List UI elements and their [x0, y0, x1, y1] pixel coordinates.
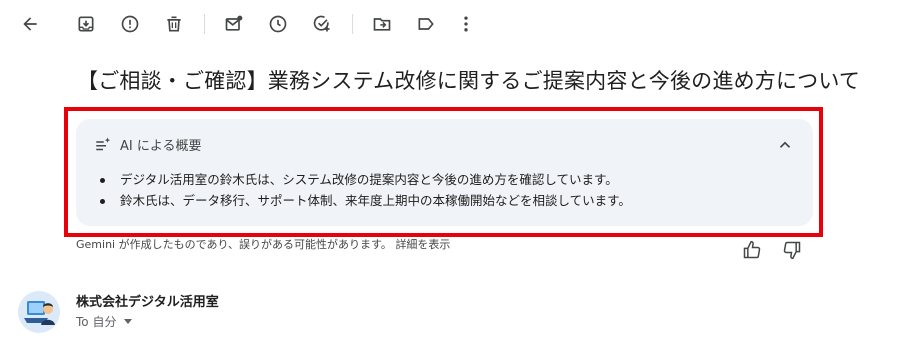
label-icon	[418, 18, 434, 30]
mark-unread-icon	[225, 15, 243, 31]
snooze-button[interactable]	[262, 8, 294, 40]
thumbs-up-icon	[743, 240, 761, 259]
more-vert-icon	[464, 16, 468, 32]
ai-sparkle-list-icon	[96, 137, 111, 150]
details-link[interactable]: 詳細を表示	[395, 238, 450, 251]
thumbs-down-button[interactable]	[782, 240, 802, 260]
mark-unread-button[interactable]	[218, 8, 250, 40]
recipient-label: To 自分	[76, 315, 117, 329]
toolbar-divider	[204, 14, 205, 34]
ai-summary-list: デジタル活用室の鈴木氏は、システム改修の提案内容と今後の進め方を確認しています。…	[98, 169, 631, 211]
thumbs-down-icon	[783, 241, 801, 260]
sender-avatar[interactable]	[18, 291, 60, 333]
computer-user-avatar-icon	[18, 291, 60, 333]
back-button[interactable]	[14, 8, 46, 40]
delete-icon	[167, 16, 181, 32]
recipient-details-toggle[interactable]: To 自分	[76, 313, 133, 330]
email-subject: 【ご相談・ご確認】業務システム改修に関するご提案内容と今後の進め方について	[77, 69, 861, 93]
ai-summary-header: AI による概要	[94, 135, 201, 154]
add-to-tasks-icon	[313, 15, 330, 32]
ai-disclaimer-text: Gemini が作成したものであり、誤りがある可能性があります。	[76, 238, 392, 251]
delete-button[interactable]	[158, 8, 190, 40]
chevron-up-icon	[779, 141, 791, 148]
collapse-summary-button[interactable]	[775, 135, 795, 155]
archive-button[interactable]	[70, 8, 102, 40]
move-to-button[interactable]	[366, 8, 398, 40]
move-to-icon	[373, 18, 391, 31]
add-to-tasks-button[interactable]	[306, 8, 338, 40]
ai-summary-title: AI による概要	[120, 139, 202, 154]
ai-summary-bullet: デジタル活用室の鈴木氏は、システム改修の提案内容と今後の進め方を確認しています。	[98, 169, 631, 190]
email-toolbar	[0, 0, 898, 48]
ai-disclaimer: Gemini が作成したものであり、誤りがある可能性があります。 詳細を表示	[76, 237, 456, 252]
toolbar-divider	[352, 14, 353, 34]
caret-down-icon	[124, 319, 133, 324]
back-icon	[23, 17, 37, 31]
report-spam-icon	[121, 15, 139, 33]
snooze-icon	[269, 15, 287, 33]
ai-summary-card: AI による概要 デジタル活用室の鈴木氏は、システム改修の提案内容と今後の進め方…	[76, 119, 813, 226]
more-options-button[interactable]	[450, 8, 482, 40]
report-spam-button[interactable]	[114, 8, 146, 40]
sender-name: 株式会社デジタル活用室	[76, 295, 219, 310]
ai-summary-bullet: 鈴木氏は、データ移行、サポート体制、来年度上期中の本稼働開始などを相談しています…	[98, 190, 631, 211]
archive-icon	[78, 16, 94, 32]
label-button[interactable]	[410, 8, 442, 40]
thumbs-up-button[interactable]	[742, 240, 762, 260]
